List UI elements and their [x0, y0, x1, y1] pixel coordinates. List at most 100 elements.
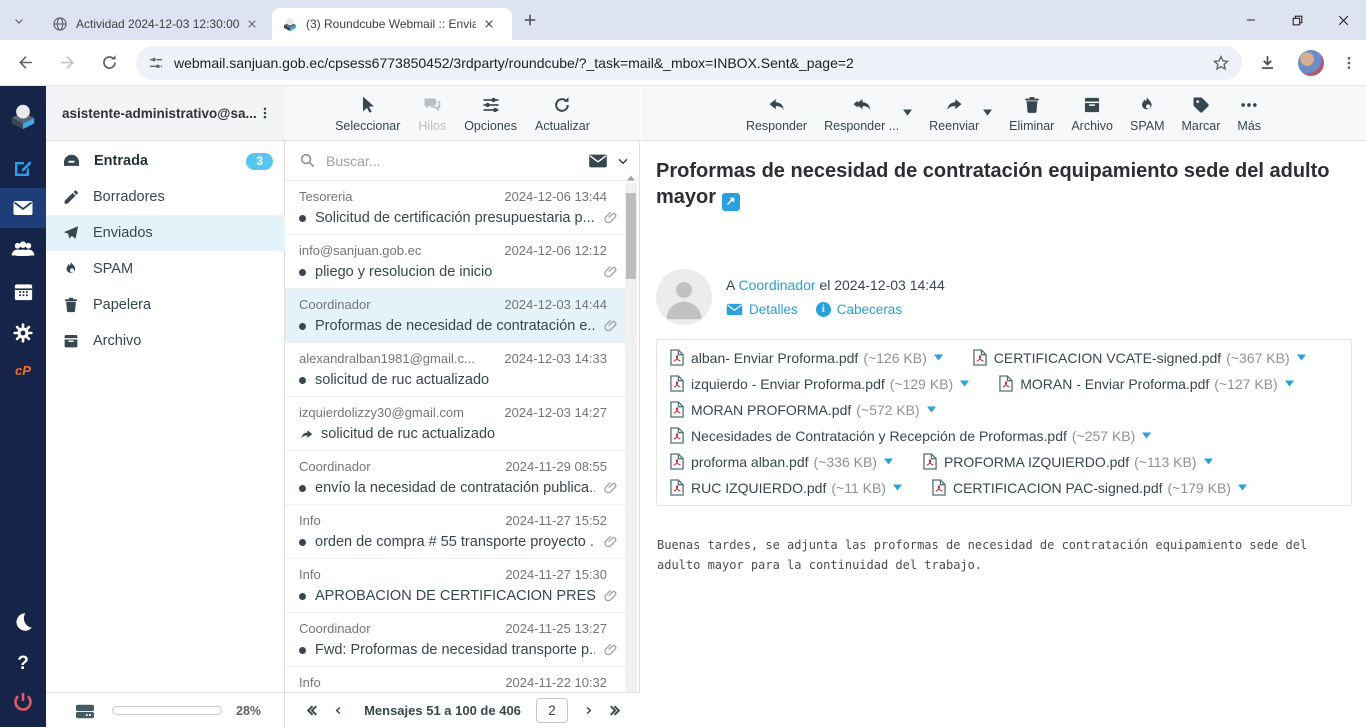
site-settings-icon[interactable]: [148, 55, 164, 71]
mail-icon[interactable]: [0, 188, 46, 228]
reply-all-dropdown-icon[interactable]: [903, 109, 912, 116]
attachment[interactable]: alban- Enviar Proforma.pdf(~126 KB): [670, 349, 943, 366]
pagination-summary: Mensajes 51 a 100 de 406: [364, 703, 521, 718]
forward-dropdown-icon[interactable]: [983, 109, 992, 116]
external-link-icon[interactable]: ↗: [722, 193, 740, 211]
scroll-up-icon[interactable]: [625, 173, 637, 183]
forward-icon[interactable]: [50, 46, 84, 80]
search-input[interactable]: [326, 153, 588, 169]
tab-title: (3) Roundcube Webmail :: Envia: [306, 17, 476, 31]
attachment-menu-icon[interactable]: [1204, 458, 1213, 465]
attachment[interactable]: proforma alban.pdf(~336 KB): [670, 453, 893, 470]
attachment[interactable]: CERTIFICACION PAC-signed.pdf(~179 KB): [932, 479, 1247, 496]
url-input[interactable]: [174, 55, 1174, 71]
attachment-menu-icon[interactable]: [1297, 354, 1306, 361]
last-page-icon[interactable]: [601, 703, 630, 718]
search-scope-envelope-icon[interactable]: [588, 153, 608, 169]
page-number-input[interactable]: [536, 698, 568, 723]
attachment[interactable]: PROFORMA IZQUIERDO.pdf(~113 KB): [923, 453, 1213, 470]
tab-close-icon[interactable]: [484, 19, 494, 29]
folder-entrada[interactable]: Entrada 3: [46, 143, 285, 179]
url-bar[interactable]: [136, 46, 1242, 80]
browser-menu-icon[interactable]: [1332, 46, 1366, 80]
paperclip-icon: [603, 534, 619, 550]
search-options-chevron-icon[interactable]: [616, 154, 630, 168]
next-page-icon[interactable]: [578, 703, 601, 718]
new-tab-button[interactable]: [522, 12, 538, 28]
select-button[interactable]: Seleccionar: [335, 95, 400, 133]
details-toggle[interactable]: Detalles: [726, 302, 798, 317]
bookmark-star-icon[interactable]: [1212, 54, 1230, 72]
attachment-menu-icon[interactable]: [1142, 432, 1151, 439]
first-page-icon[interactable]: [297, 703, 326, 718]
attachment-menu-icon[interactable]: [934, 354, 943, 361]
reply-all-button[interactable]: Responder ...: [824, 95, 899, 133]
headers-toggle[interactable]: i Cabeceras: [816, 302, 902, 317]
calendar-icon[interactable]: [0, 271, 46, 311]
attachment[interactable]: MORAN - Enviar Proforma.pdf(~127 KB): [999, 375, 1294, 392]
account-menu-icon[interactable]: [258, 106, 272, 120]
unread-dot: [299, 323, 306, 330]
attachment[interactable]: Necesidades de Contratación y Recepción …: [670, 427, 1151, 444]
back-icon[interactable]: [8, 46, 42, 80]
message-row[interactable]: Coordinador2024-11-25 13:27 Fwd: Proform…: [285, 613, 625, 667]
attachment[interactable]: RUC IZQUIERDO.pdf(~11 KB): [670, 479, 902, 496]
folder-borradores[interactable]: Borradores: [46, 179, 285, 215]
message-row[interactable]: Info2024-11-22 10:32: [285, 667, 625, 692]
window-minimize-button[interactable]: [1228, 0, 1274, 40]
download-icon[interactable]: [1250, 46, 1284, 80]
mark-tag-button[interactable]: Marcar: [1182, 95, 1221, 133]
folder-archivo[interactable]: Archivo: [46, 323, 285, 359]
attachment[interactable]: CERTIFICACION VCATE-signed.pdf(~367 KB): [973, 349, 1306, 366]
attachment-menu-icon[interactable]: [960, 380, 969, 387]
more-button[interactable]: Más: [1237, 95, 1261, 133]
browser-tab-roundcube[interactable]: (3) Roundcube Webmail :: Envia: [272, 8, 512, 40]
reply-button[interactable]: Responder: [746, 95, 807, 133]
reload-icon[interactable]: [92, 46, 126, 80]
message-row[interactable]: Coordinador2024-11-29 08:55 envío la nec…: [285, 451, 625, 505]
forward-button[interactable]: Reenviar: [929, 95, 979, 133]
message-row-selected[interactable]: Coordinador2024-12-03 14:44 Proformas de…: [285, 289, 625, 343]
threads-button[interactable]: Hilos: [418, 95, 446, 133]
browser-tab-activity[interactable]: Actividad 2024-12-03 12:30:00: [42, 8, 268, 40]
message-row[interactable]: Tesoreria2024-12-06 13:44 Solicitud de c…: [285, 181, 625, 235]
recipient-link[interactable]: Coordinador: [738, 277, 815, 293]
help-icon[interactable]: ?: [0, 644, 46, 684]
message-row[interactable]: alexandralban1981@gmail.c...2024-12-03 1…: [285, 343, 625, 397]
folder-spam[interactable]: SPAM: [46, 251, 285, 287]
window-close-button[interactable]: [1320, 0, 1366, 40]
cpanel-icon[interactable]: cP: [0, 350, 46, 390]
message-row[interactable]: info@sanjuan.gob.ec2024-12-06 12:12 plie…: [285, 235, 625, 289]
tab-search-chevron-icon[interactable]: [8, 10, 30, 32]
folder-enviados[interactable]: Enviados: [46, 215, 285, 251]
delete-button[interactable]: Eliminar: [1009, 95, 1054, 133]
contacts-icon[interactable]: [0, 229, 46, 269]
refresh-button[interactable]: Actualizar: [535, 95, 590, 133]
attachment[interactable]: MORAN PROFORMA.pdf(~572 KB): [670, 401, 936, 418]
attachment-menu-icon[interactable]: [884, 458, 893, 465]
prev-page-icon[interactable]: [326, 703, 349, 718]
attachment-menu-icon[interactable]: [927, 406, 936, 413]
tab-close-icon[interactable]: [247, 19, 257, 29]
message-row[interactable]: Info2024-11-27 15:30 APROBACION DE CERTI…: [285, 559, 625, 613]
browser-profile-avatar[interactable]: [1298, 50, 1324, 76]
attachment-menu-icon[interactable]: [1238, 484, 1247, 491]
attachment-menu-icon[interactable]: [893, 484, 902, 491]
attachment[interactable]: izquierdo - Enviar Proforma.pdf(~129 KB): [670, 375, 969, 392]
options-button[interactable]: Opciones: [464, 95, 517, 133]
window-restore-button[interactable]: [1274, 0, 1320, 40]
browser-tabstrip: Actividad 2024-12-03 12:30:00 (3) Roundc…: [0, 0, 1366, 40]
message-row[interactable]: izquierdolizzy30@gmail.com2024-12-03 14:…: [285, 397, 625, 451]
compose-icon[interactable]: [0, 147, 46, 187]
scrollbar-thumb[interactable]: [626, 193, 636, 279]
archive-button[interactable]: Archivo: [1071, 95, 1113, 133]
message-body: Buenas tardes, se adjunta las proformas …: [657, 535, 1351, 575]
attachment-menu-icon[interactable]: [1285, 380, 1294, 387]
list-scrollbar[interactable]: [625, 183, 637, 692]
dark-mode-moon-icon[interactable]: [0, 602, 46, 642]
logout-power-icon[interactable]: [0, 682, 46, 722]
spam-button[interactable]: SPAM: [1130, 95, 1165, 133]
message-row[interactable]: Info2024-11-27 15:52 orden de compra # 5…: [285, 505, 625, 559]
folder-papelera[interactable]: Papelera: [46, 287, 285, 323]
settings-gear-icon[interactable]: [0, 313, 46, 353]
